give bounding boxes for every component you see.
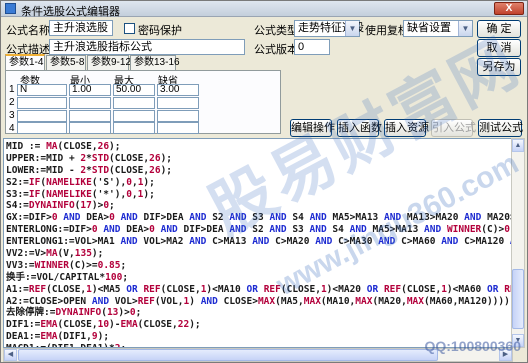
insert-resource-button[interactable]: 插入资源 [384,119,429,137]
horizontal-scrollbar[interactable]: ◀ ▶ [3,348,513,362]
code-line: MID := MA(CLOSE,26); [6,141,121,152]
code-line: DEA1:=EMA(DIF1,9); [6,331,110,343]
param-default-cell[interactable]: 3.00 [157,84,199,96]
formula-code: MID := MA(CLOSE,26); UPPER:=MID + 2*STD(C… [6,141,513,347]
password-checkbox[interactable] [124,23,135,34]
tab-params-13-16[interactable]: 参数13-16 [130,55,180,70]
code-line: S2:=IF(NAMELIKE('S'),0,1); [6,176,155,188]
insert-function-button[interactable]: 插入函数 [337,119,382,137]
param-min-cell[interactable] [69,97,111,109]
close-button[interactable]: X [494,2,524,15]
formula-code-editor[interactable]: MID := MA(CLOSE,26); UPPER:=MID + 2*STD(C… [3,138,513,348]
code-line: DIF1:=EMA(CLOSE,10)-EMA(CLOSE,22); [6,319,201,331]
code-line: GX:=DIF>0 AND DEA>0 AND DIF>DEA AND S2 A… [6,212,512,224]
param-default-cell[interactable] [157,110,199,122]
code-line: 换手:=VOL/CAPITAL*100; [6,271,129,283]
app-icon [5,3,16,14]
code-line: LOWER:=MID - 2*STD(CLOSE,26); [6,164,173,176]
param-name-cell[interactable]: N [17,84,67,96]
test-formula-button[interactable]: 测试公式 [478,119,523,137]
param-default-cell[interactable] [157,122,199,134]
chevron-down-icon[interactable]: ▼ [345,21,359,36]
scroll-thumb[interactable] [512,269,524,329]
param-default-cell[interactable] [157,97,199,109]
scroll-down-icon[interactable]: ▼ [512,334,524,347]
param-max-cell[interactable] [113,97,155,109]
rights-value: 缺省设置 [407,22,451,34]
formula-desc-input[interactable]: 主升浪选股指标公式 [49,39,245,55]
formula-type-select[interactable]: 走势特征选股 ▼ [294,20,364,37]
param-max-cell[interactable] [113,122,155,134]
param-row-number: 4 [9,123,15,134]
code-line: S3:=IF(NAMELIKE('*'),0,1); [6,188,155,200]
formula-name-label: 公式名称 [6,25,50,37]
code-line: VV2:=V>MA(V,135); [6,248,104,260]
param-panel: 参数 最小 最大 缺省 1 N 1.00 50.00 3.00 2 3 4 [5,70,281,134]
import-formula-button[interactable]: 引入公式 [431,119,476,137]
code-line: ENTERLONG1:=VOL>MA1 AND VOL>MA2 AND C>MA… [6,236,512,248]
rights-select[interactable]: 缺省设置 ▼ [403,20,473,37]
param-row-number: 2 [9,97,15,108]
param-name-cell[interactable] [17,97,67,109]
param-max-cell[interactable] [113,110,155,122]
param-min-cell[interactable]: 1.00 [69,84,111,96]
param-min-cell[interactable] [69,122,111,134]
tab-params-5-8[interactable]: 参数5-8 [46,55,86,70]
chevron-down-icon[interactable]: ▼ [458,21,472,36]
code-line: A2:=CLOSE>OPEN AND VOL>REF(VOL,1) AND CL… [6,295,513,307]
scroll-thumb-horizontal[interactable] [18,349,438,361]
edit-ops-button[interactable]: 编辑操作 [290,119,335,137]
scroll-right-icon[interactable]: ▶ [499,349,512,361]
vertical-scrollbar[interactable]: ▲ ▼ [511,138,525,348]
tab-params-9-12[interactable]: 参数9-12 [87,55,131,70]
scroll-left-icon[interactable]: ◀ [4,349,17,361]
title-bar[interactable]: 条件选股公式编辑器 X [1,1,527,18]
param-row-number: 3 [9,110,15,121]
formula-version-label: 公式版本 [254,44,298,56]
param-row-number: 1 [9,84,15,95]
param-max-cell[interactable]: 50.00 [113,84,155,96]
code-line: A1:=REF(CLOSE,1)<MA5 OR REF(CLOSE,1)<MA1… [6,283,512,295]
formula-name-input[interactable]: 主升浪选股 [49,20,113,36]
param-name-cell[interactable] [17,122,67,134]
scroll-up-icon[interactable]: ▲ [512,139,524,152]
tab-params-1-4[interactable]: 参数1-4 [5,54,45,70]
formula-editor-window: 条件选股公式编辑器 X 公式名称 主升浪选股 密码保护 公式类型 走势特征选股 … [0,0,528,363]
param-name-cell[interactable] [17,110,67,122]
formula-type-label: 公式类型 [254,25,298,37]
password-label: 密码保护 [138,25,182,37]
ok-button[interactable]: 确 定 [477,20,521,38]
window-title: 条件选股公式编辑器 [21,6,120,18]
code-line: UPPER:=MID + 2*STD(CLOSE,26); [6,152,173,164]
param-min-cell[interactable] [69,110,111,122]
code-line: VV3:=WINNER(C)>=0.85; [6,259,127,271]
code-line: 去除停牌:=DYNAINFO(13)>0; [6,307,142,319]
save-as-button[interactable]: 另存为 [477,58,521,76]
code-line: S4:=DYNAINFO(17)>0; [6,200,115,212]
formula-version-input[interactable]: 0 [294,39,330,55]
cancel-button[interactable]: 取 消 [477,39,521,57]
code-line: ENTERLONG:=DIF>0 AND DEA>0 AND DIF>DEA A… [6,224,512,236]
